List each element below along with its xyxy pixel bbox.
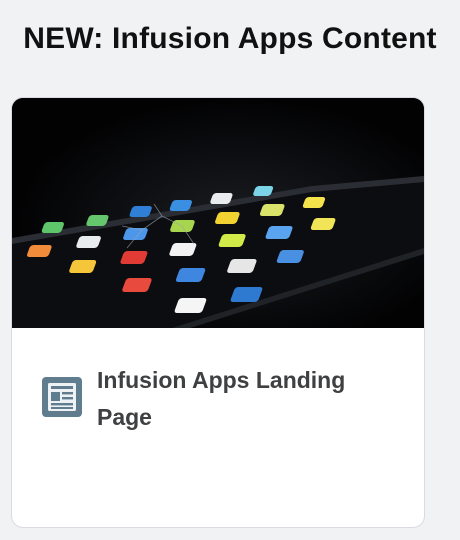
page: NEW: Infusion Apps Content Infusion Apps… [0, 0, 460, 540]
document-article-icon [42, 377, 82, 417]
phone-photo [12, 98, 424, 328]
card-title-link[interactable]: Infusion Apps Landing Page [97, 362, 397, 436]
card-image[interactable] [12, 98, 424, 328]
section-title: NEW: Infusion Apps Content [23, 22, 437, 55]
content-card[interactable]: Infusion Apps Landing Page [11, 97, 425, 528]
card-body: Infusion Apps Landing Page [12, 328, 424, 527]
